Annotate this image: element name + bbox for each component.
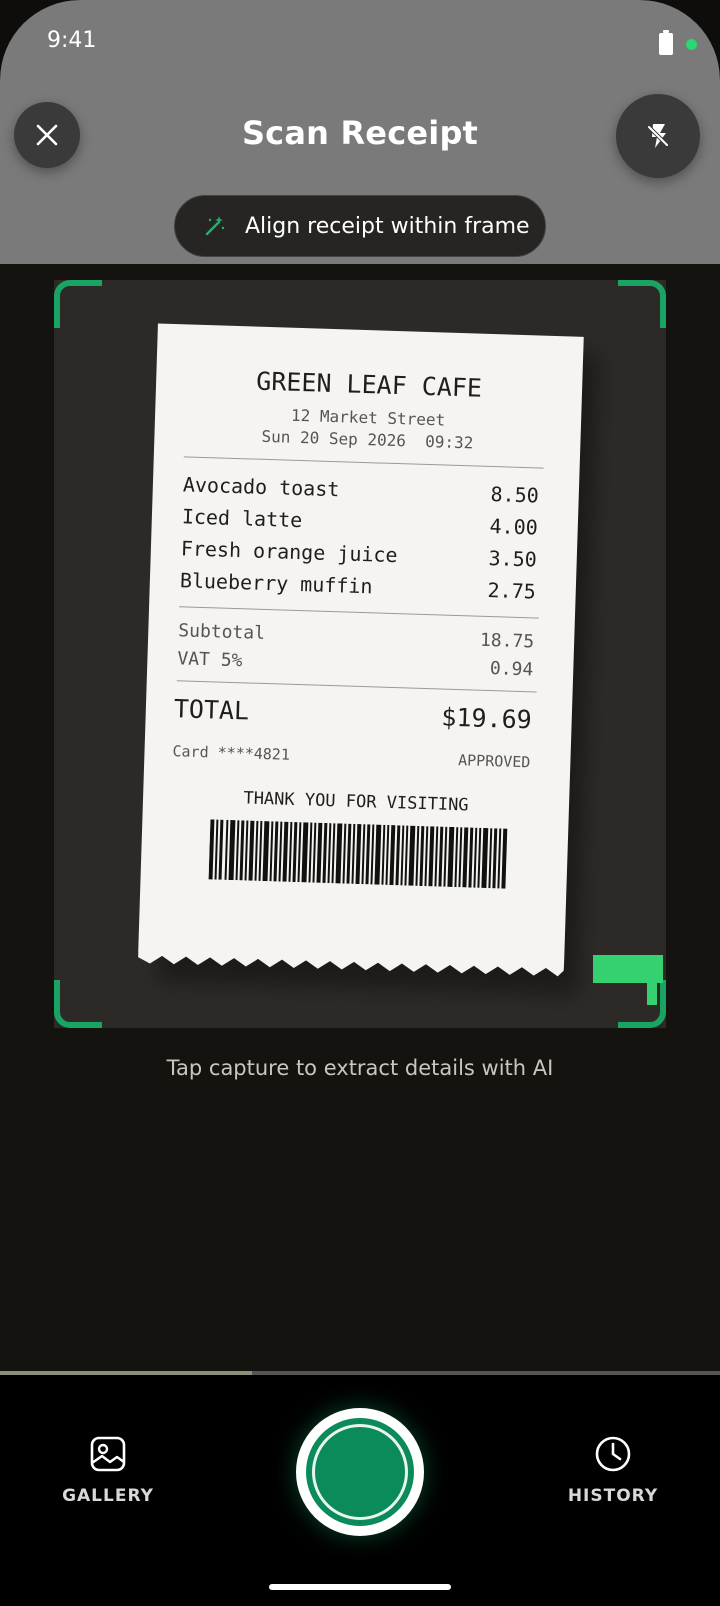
gallery-label: GALLERY: [62, 1486, 154, 1506]
barcode-image: [208, 819, 508, 889]
image-icon: [90, 1436, 126, 1472]
magic-wand-icon: [205, 216, 225, 236]
gallery-button[interactable]: GALLERY: [38, 1432, 178, 1506]
flash-off-icon: [646, 124, 670, 148]
battery-icon: [659, 30, 673, 55]
receipt-merchant: GREEN LEAF CAFE: [255, 366, 483, 403]
frame-corner-top-right: [618, 280, 666, 328]
frame-highlight: [593, 955, 663, 1005]
frame-corner-bottom-right: [618, 980, 666, 1028]
home-indicator: [269, 1584, 451, 1590]
status-indicator-dot: [686, 39, 697, 50]
history-label: HISTORY: [567, 1486, 659, 1506]
receipt-line-item: Avocado toast 8.50: [182, 472, 540, 508]
receipt-line-item: Blueberry muffin 2.75: [179, 568, 537, 604]
page-title: Scan Receipt: [241, 114, 479, 152]
receipt-divider: [183, 456, 544, 469]
history-button[interactable]: HISTORY: [543, 1432, 683, 1506]
receipt-line-item: Iced latte 4.00: [181, 504, 539, 540]
receipt-vat: VAT 5% 0.94: [177, 648, 534, 681]
flash-toggle-button[interactable]: [616, 94, 700, 178]
receipt-payment: Card ****4821 APPROVED: [172, 742, 531, 772]
receipt-footer: THANK YOU FOR VISITING: [243, 788, 469, 816]
clock-icon: [595, 1436, 631, 1472]
receipt-divider: [179, 606, 539, 619]
camera-screen: 9:41 Scan Receipt Align receipt within f…: [0, 0, 720, 1606]
receipt-line-item: Fresh orange juice 3.50: [180, 536, 538, 572]
frame-corner-bottom-left: [54, 980, 102, 1028]
frame-corner-top-left: [54, 280, 102, 328]
capture-button[interactable]: [296, 1408, 424, 1536]
alignment-hint: Align receipt within frame: [174, 195, 546, 257]
alignment-hint-text: Align receipt within frame: [245, 213, 530, 239]
status-time: 9:41: [47, 28, 97, 53]
receipt-subtotal: Subtotal 18.75: [177, 620, 535, 653]
receipt-divider: [176, 680, 537, 693]
capture-hint: Tap capture to extract details with AI: [166, 1056, 554, 1080]
receipt-total: TOTAL $19.69: [173, 694, 533, 735]
receipt-preview: GREEN LEAF CAFE 12 Market Street Sun 20 …: [138, 323, 584, 977]
